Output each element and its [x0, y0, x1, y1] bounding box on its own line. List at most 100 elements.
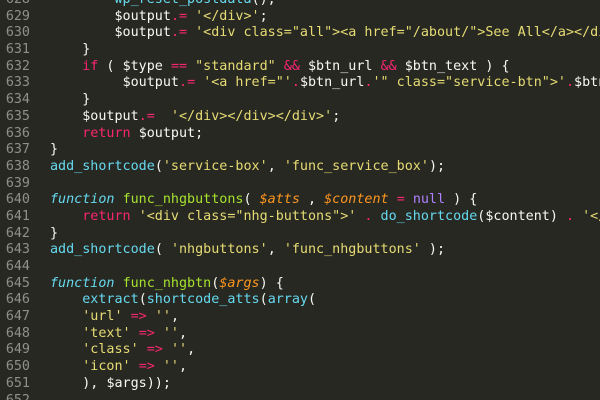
line-number: 647 [5, 309, 30, 325]
code-token: ) { [445, 192, 478, 208]
code-line[interactable]: 645 function func_nhgbtn($args) { [0, 276, 600, 293]
code-line[interactable]: 641 return '<div class="nhg-buttons">' .… [0, 209, 600, 226]
code-token: , [267, 242, 284, 258]
code-line[interactable]: 650 'icon' => '', [0, 359, 600, 376]
code-line[interactable]: 637} [0, 142, 600, 159]
code-line[interactable]: 642} [0, 226, 600, 243]
code-token: wp_reset_postdata [115, 0, 252, 7]
code-line[interactable]: 644 [0, 259, 600, 276]
code-token: '" class="service-btn">' [372, 75, 566, 91]
code-line[interactable]: 636 return $output; [0, 126, 600, 143]
code-line[interactable]: 633 $output.= '<a href="'.$btn_url.'" cl… [0, 75, 600, 92]
code-line[interactable]: 643 add_shortcode( 'nhgbuttons', 'func_nh… [0, 242, 600, 259]
code-editor[interactable]: 628 wp_reset_postdata();629 $output.= '<… [0, 0, 600, 400]
code-token: ( [154, 242, 171, 258]
line-number: 637 [5, 142, 30, 158]
code-token: , [299, 192, 325, 208]
code-line[interactable]: 649 'class' => '', [0, 342, 600, 359]
code-token: ( [154, 158, 163, 174]
code-token: } [82, 92, 91, 108]
code-token: "standard" [195, 58, 276, 74]
code-token: ; [259, 8, 268, 24]
code-token: add_shortcode [50, 242, 155, 258]
code-token: 'class' [82, 342, 139, 358]
line-number: 639 [5, 175, 30, 191]
line-content: wp_reset_postdata(); [50, 0, 276, 9]
line-content: if ( $type == "standard" && $btn_url && … [50, 58, 510, 76]
code-line[interactable]: 630 $output.= '<div class="all"><a href=… [0, 25, 600, 42]
code-token: extract [82, 292, 139, 308]
line-number: 634 [5, 92, 30, 108]
code-line[interactable]: 640 function func_nhgbuttons( $atts , $co… [0, 192, 600, 209]
code-line[interactable]: 638 add_shortcode('service-box', 'func_se… [0, 159, 600, 176]
code-token: ( [243, 192, 260, 208]
code-token: 'func_nhgbuttons' [283, 242, 421, 258]
code-token: if [82, 58, 99, 74]
code-token: func_nhgbuttons [122, 192, 244, 208]
code-token: . [291, 75, 300, 91]
code-line[interactable]: 639 [0, 176, 600, 193]
line-number: 642 [5, 225, 30, 241]
code-token: $output [122, 75, 179, 91]
code-token: return [82, 208, 131, 224]
code-token: '<div class="nhg-buttons">' [138, 208, 357, 224]
code-line[interactable]: 628 wp_reset_postdata(); [0, 0, 600, 9]
line-number: 631 [5, 42, 30, 58]
code-token: '' [162, 359, 179, 375]
code-token: function [50, 275, 115, 291]
code-area[interactable]: 628 wp_reset_postdata();629 $output.= '<… [0, 0, 600, 400]
code-token: '</div></div></div>' [170, 108, 333, 124]
code-token: ) [549, 208, 566, 224]
code-token: ( [308, 292, 317, 308]
code-line[interactable]: 632 if ( $type == "standard" && $btn_url… [0, 59, 600, 76]
code-token: = [146, 108, 155, 124]
code-line[interactable]: 634 } [0, 92, 600, 109]
code-token: $atts [259, 192, 300, 208]
line-number: 645 [5, 275, 30, 291]
code-line[interactable]: 631 } [0, 42, 600, 59]
line-number: 651 [5, 375, 30, 391]
code-token: , [179, 359, 188, 375]
code-line[interactable]: 635 $output.= '</div></div></div>'; [0, 109, 600, 126]
line-number: 628 [0, 0, 30, 9]
code-line[interactable]: 648 'text' => '', [0, 326, 600, 343]
code-token: . [170, 8, 179, 24]
code-line[interactable]: 652 [0, 393, 600, 400]
code-line[interactable]: 651 ), $args)); [0, 376, 600, 393]
code-line[interactable]: 646 extract(shortcode_atts(array( [0, 292, 600, 309]
code-token: '' [170, 342, 188, 358]
code-line[interactable]: 629 $output.= '</div>'; [0, 9, 600, 26]
code-token: '' [154, 309, 171, 325]
line-content: 'class' => '', [50, 342, 195, 359]
code-line[interactable]: 647 'url' => '', [0, 309, 600, 326]
code-token: ) { [477, 58, 510, 74]
code-token: && [380, 58, 397, 74]
line-content: } [50, 226, 58, 243]
code-token: 'icon' [82, 359, 131, 375]
line-number: 629 [5, 8, 30, 24]
line-content [50, 393, 82, 400]
code-token: => [138, 359, 155, 375]
code-token: , [170, 309, 179, 325]
code-token: $content [324, 192, 389, 208]
code-token: '<a href="' [203, 75, 292, 91]
